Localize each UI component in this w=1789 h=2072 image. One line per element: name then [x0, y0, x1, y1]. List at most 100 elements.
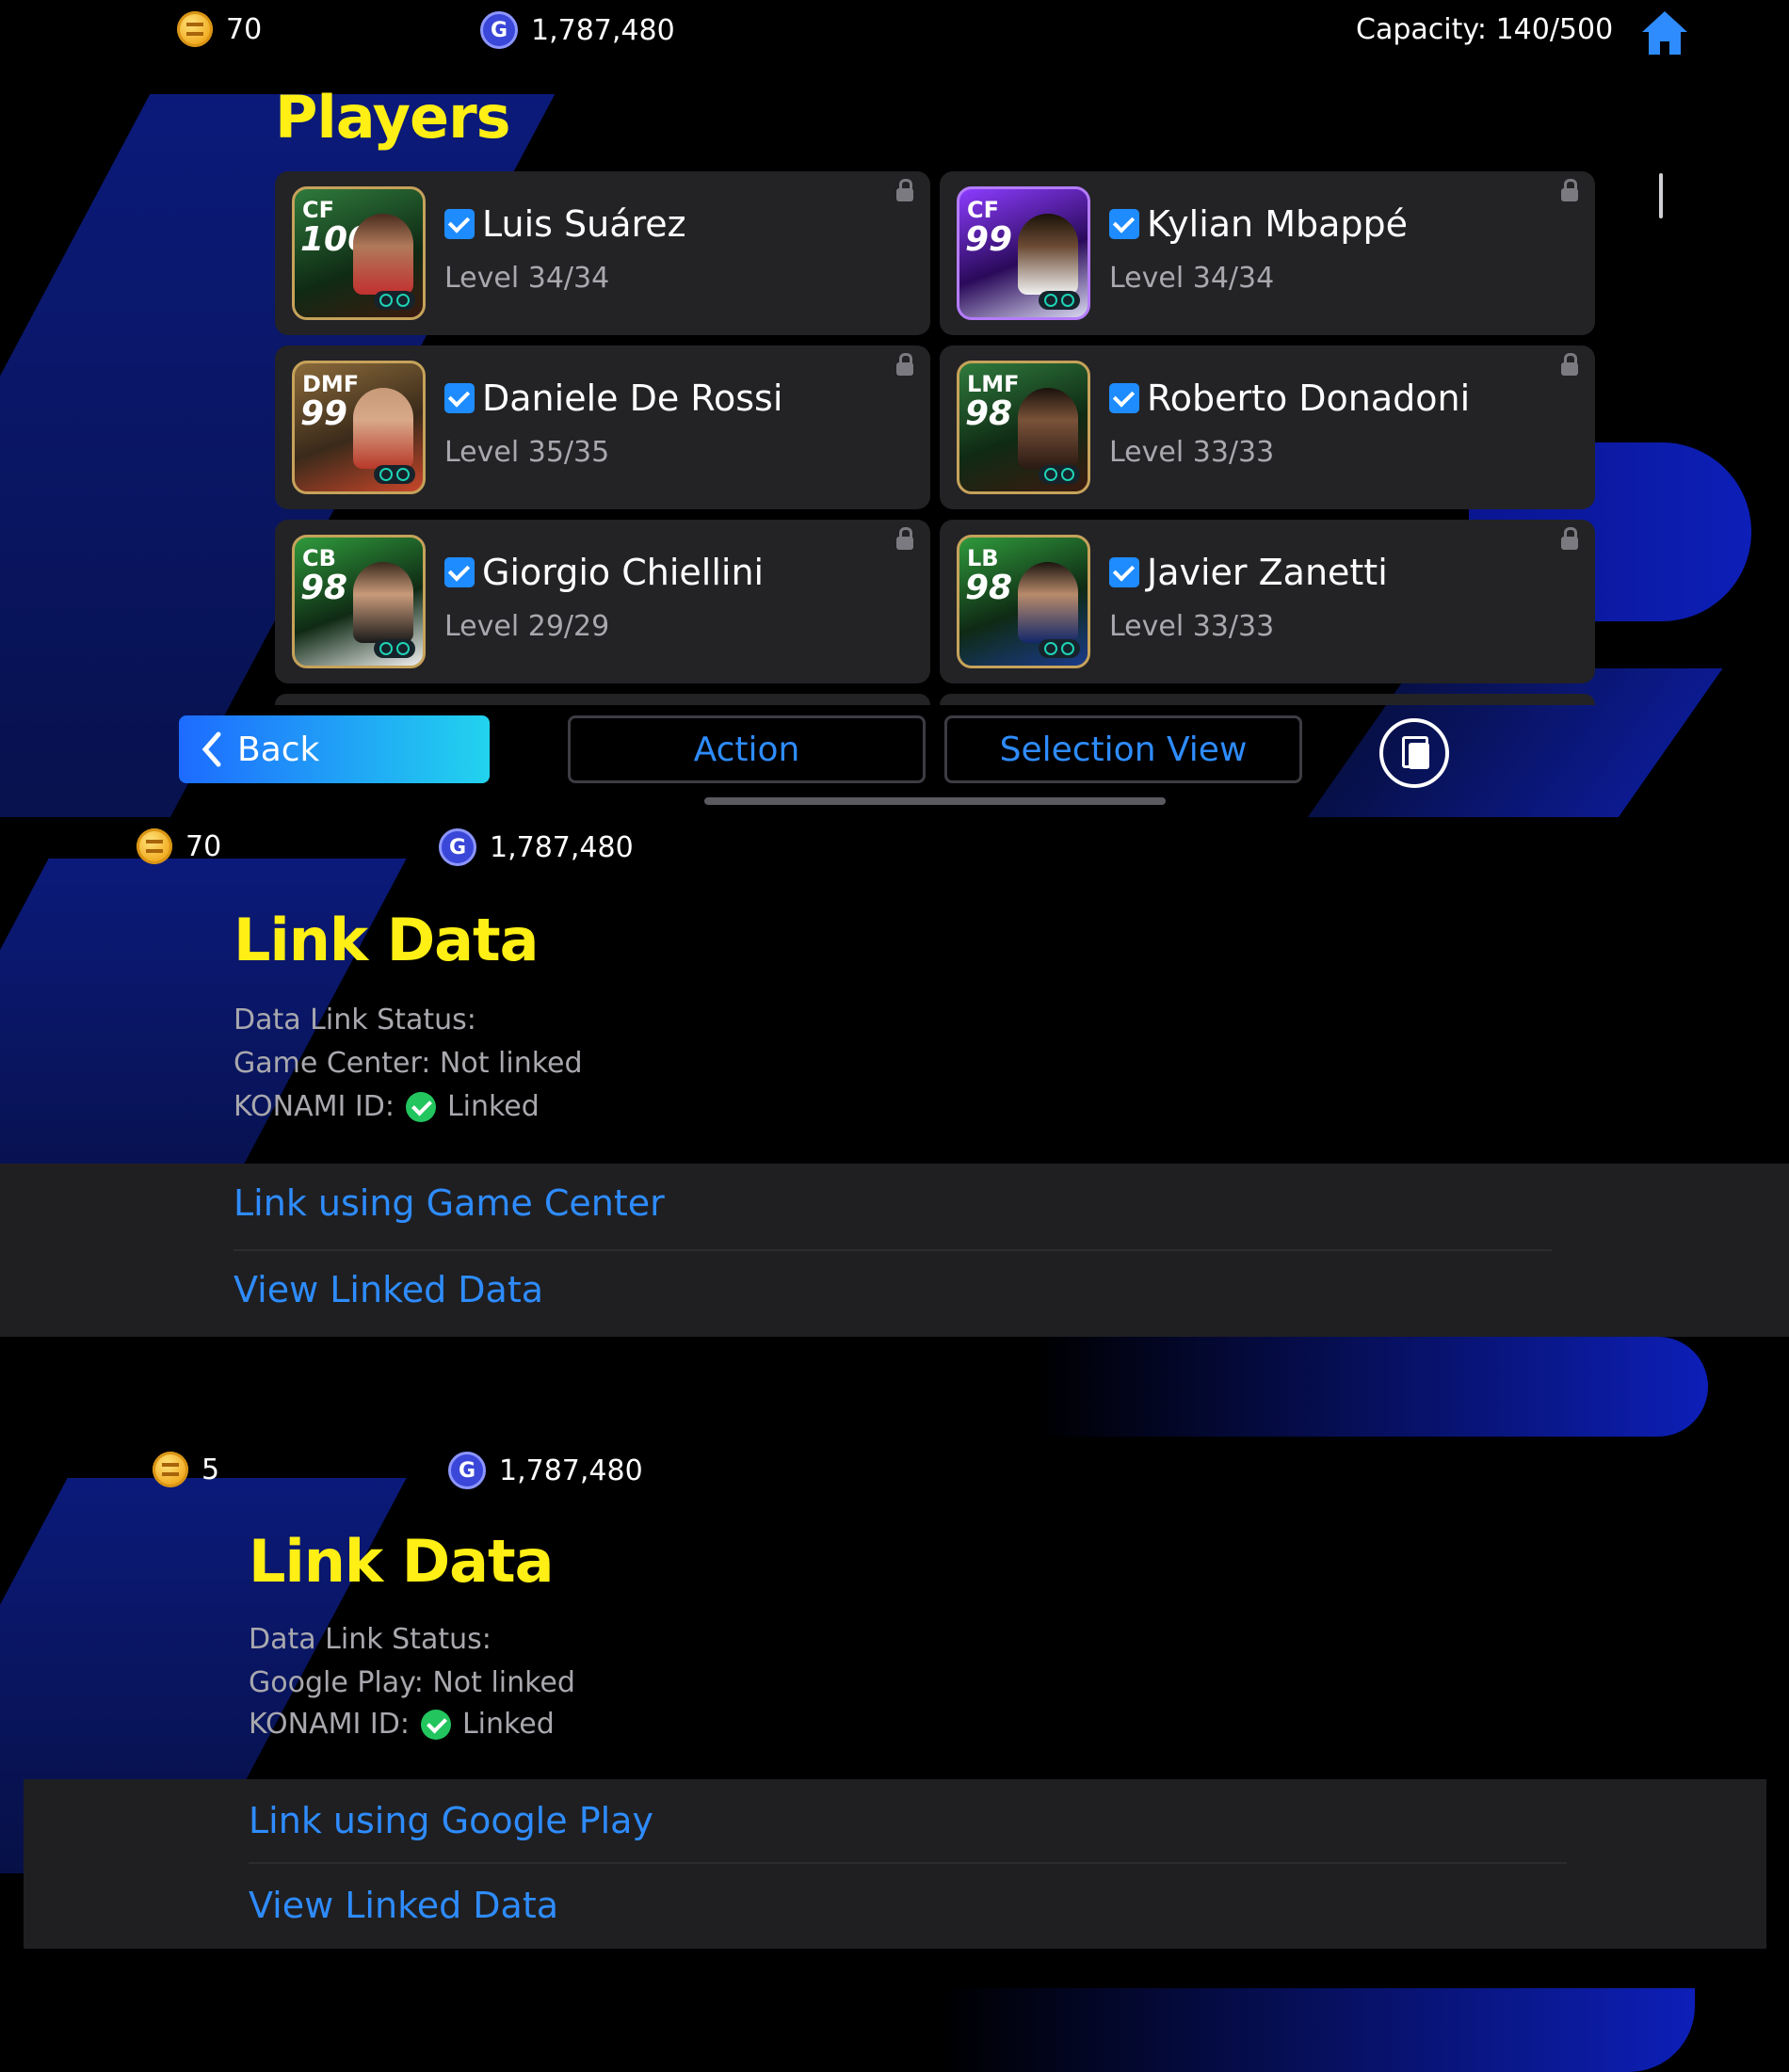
player-card[interactable]: CB 98 Giorgio Chiellini Level 29/29 — [275, 520, 930, 683]
coin-amount: 70 — [226, 12, 263, 46]
link-data-screen-google-play: 5 G 1,787,480 Link Data Data Link Status… — [0, 1440, 1789, 2072]
lock-icon[interactable] — [896, 527, 913, 550]
player-rating: 98 — [965, 569, 1013, 607]
link-google-play-button[interactable]: Link using Google Play — [249, 1800, 653, 1841]
konami-id-label: KONAMI ID: — [234, 1090, 395, 1123]
verified-check-icon — [444, 209, 475, 239]
lock-icon[interactable] — [1561, 353, 1578, 376]
coin-balance: 5 — [153, 1452, 219, 1487]
player-card-image: CF 99 — [957, 186, 1090, 320]
konami-id-value: Linked — [461, 1708, 555, 1741]
coin-icon — [137, 828, 172, 864]
background-blob — [942, 1988, 1695, 2072]
player-card[interactable]: CF 100 Luis Suárez Level 34/34 — [275, 171, 930, 335]
capacity-label: Capacity: 140/500 — [1356, 13, 1614, 46]
view-linked-data-button[interactable]: View Linked Data — [234, 1269, 543, 1310]
coin-amount: 70 — [185, 829, 222, 863]
player-name-row: Roberto Donadoni — [1109, 377, 1470, 419]
service-link-status: Game Center: Not linked — [234, 1047, 583, 1080]
player-photo — [1018, 562, 1078, 643]
player-name-row: Luis Suárez — [444, 203, 686, 245]
player-name-row: Giorgio Chiellini — [444, 552, 764, 593]
player-card-image: CB 98 — [292, 535, 426, 668]
lock-icon[interactable] — [896, 179, 913, 201]
skill-indicators — [1039, 291, 1080, 310]
gp-balance: G 1,787,480 — [448, 1452, 643, 1489]
background-stripe-right — [1299, 668, 1723, 817]
service-link-status: Google Play: Not linked — [249, 1666, 575, 1699]
skill-indicators — [374, 291, 415, 310]
player-rating: 99 — [965, 220, 1013, 259]
player-card-image: DMF 99 — [292, 361, 426, 494]
page-title: Players — [275, 83, 511, 152]
lock-icon[interactable] — [1561, 179, 1578, 201]
divider — [249, 1862, 1567, 1864]
player-name-row: Javier Zanetti — [1109, 552, 1388, 593]
player-level: Level 33/33 — [1109, 436, 1275, 469]
verified-check-icon — [444, 557, 475, 587]
linked-check-icon — [405, 1091, 436, 1122]
link-game-center-button[interactable]: Link using Game Center — [234, 1182, 665, 1224]
player-rating: 99 — [300, 394, 348, 433]
page-title: Link Data — [249, 1527, 554, 1596]
gp-icon: G — [448, 1452, 486, 1489]
link-options-menu: Link using Game Center View Linked Data — [0, 1164, 1789, 1337]
player-name-row: Kylian Mbappé — [1109, 203, 1408, 245]
linked-check-icon — [420, 1709, 451, 1740]
player-rating: 98 — [965, 394, 1013, 433]
konami-id-status: KONAMI ID: Linked — [234, 1090, 540, 1123]
player-photo — [1018, 388, 1078, 469]
player-photo — [353, 562, 413, 643]
gp-amount: 1,787,480 — [490, 830, 634, 864]
player-card[interactable]: LMF 98 Roberto Donadoni Level 33/33 — [940, 345, 1595, 509]
player-level: Level 33/33 — [1109, 610, 1275, 643]
verified-check-icon — [1109, 557, 1139, 587]
player-card[interactable]: LB 98 Javier Zanetti Level 33/33 — [940, 520, 1595, 683]
player-card[interactable]: CF 99 Kylian Mbappé Level 34/34 — [940, 171, 1595, 335]
player-name-row: Daniele De Rossi — [444, 377, 782, 419]
konami-id-label: KONAMI ID: — [249, 1708, 410, 1741]
player-photo — [353, 214, 413, 295]
player-card[interactable]: DMF 99 Daniele De Rossi Level 35/35 — [275, 345, 930, 509]
background-blob — [1036, 1337, 1708, 1437]
coin-amount: 5 — [201, 1453, 220, 1486]
skill-indicators — [1039, 465, 1080, 484]
coin-icon — [177, 11, 213, 47]
home-icon[interactable] — [1638, 8, 1691, 58]
chevron-left-icon — [201, 731, 221, 767]
back-button-label: Back — [237, 730, 320, 769]
gp-balance: G 1,787,480 — [439, 828, 634, 866]
player-photo — [1018, 214, 1078, 295]
coin-balance: 70 — [137, 828, 221, 864]
page-title: Link Data — [234, 906, 539, 974]
player-position: CF — [302, 197, 335, 223]
player-position: CB — [302, 545, 336, 571]
verified-check-icon — [1109, 383, 1139, 413]
player-name: Luis Suárez — [482, 203, 686, 245]
action-button[interactable]: Action — [568, 715, 926, 783]
players-screen: 70 G 1,787,480 Capacity: 140/500 Players… — [0, 0, 1789, 817]
link-options-menu: Link using Google Play View Linked Data — [24, 1779, 1766, 1949]
player-position: CF — [967, 197, 1000, 223]
divider — [234, 1249, 1552, 1251]
player-position: DMF — [302, 371, 360, 397]
back-button[interactable]: Back — [179, 715, 490, 783]
lock-icon[interactable] — [896, 353, 913, 376]
player-position: LB — [967, 545, 999, 571]
player-name: Roberto Donadoni — [1147, 377, 1471, 419]
gp-icon: G — [480, 11, 518, 49]
player-rating: 98 — [300, 569, 348, 607]
lock-icon[interactable] — [1561, 527, 1578, 550]
selection-view-button[interactable]: Selection View — [944, 715, 1302, 783]
player-position: LMF — [967, 371, 1020, 397]
copy-icon[interactable] — [1379, 718, 1449, 788]
player-level: Level 35/35 — [444, 436, 610, 469]
gp-icon: G — [439, 828, 476, 866]
player-name: Kylian Mbappé — [1147, 203, 1409, 245]
player-name: Javier Zanetti — [1147, 552, 1388, 593]
player-level: Level 34/34 — [444, 262, 610, 295]
scrollbar[interactable] — [1659, 173, 1663, 218]
coin-balance: 70 — [177, 11, 262, 47]
skill-indicators — [374, 465, 415, 484]
view-linked-data-button[interactable]: View Linked Data — [249, 1885, 558, 1926]
